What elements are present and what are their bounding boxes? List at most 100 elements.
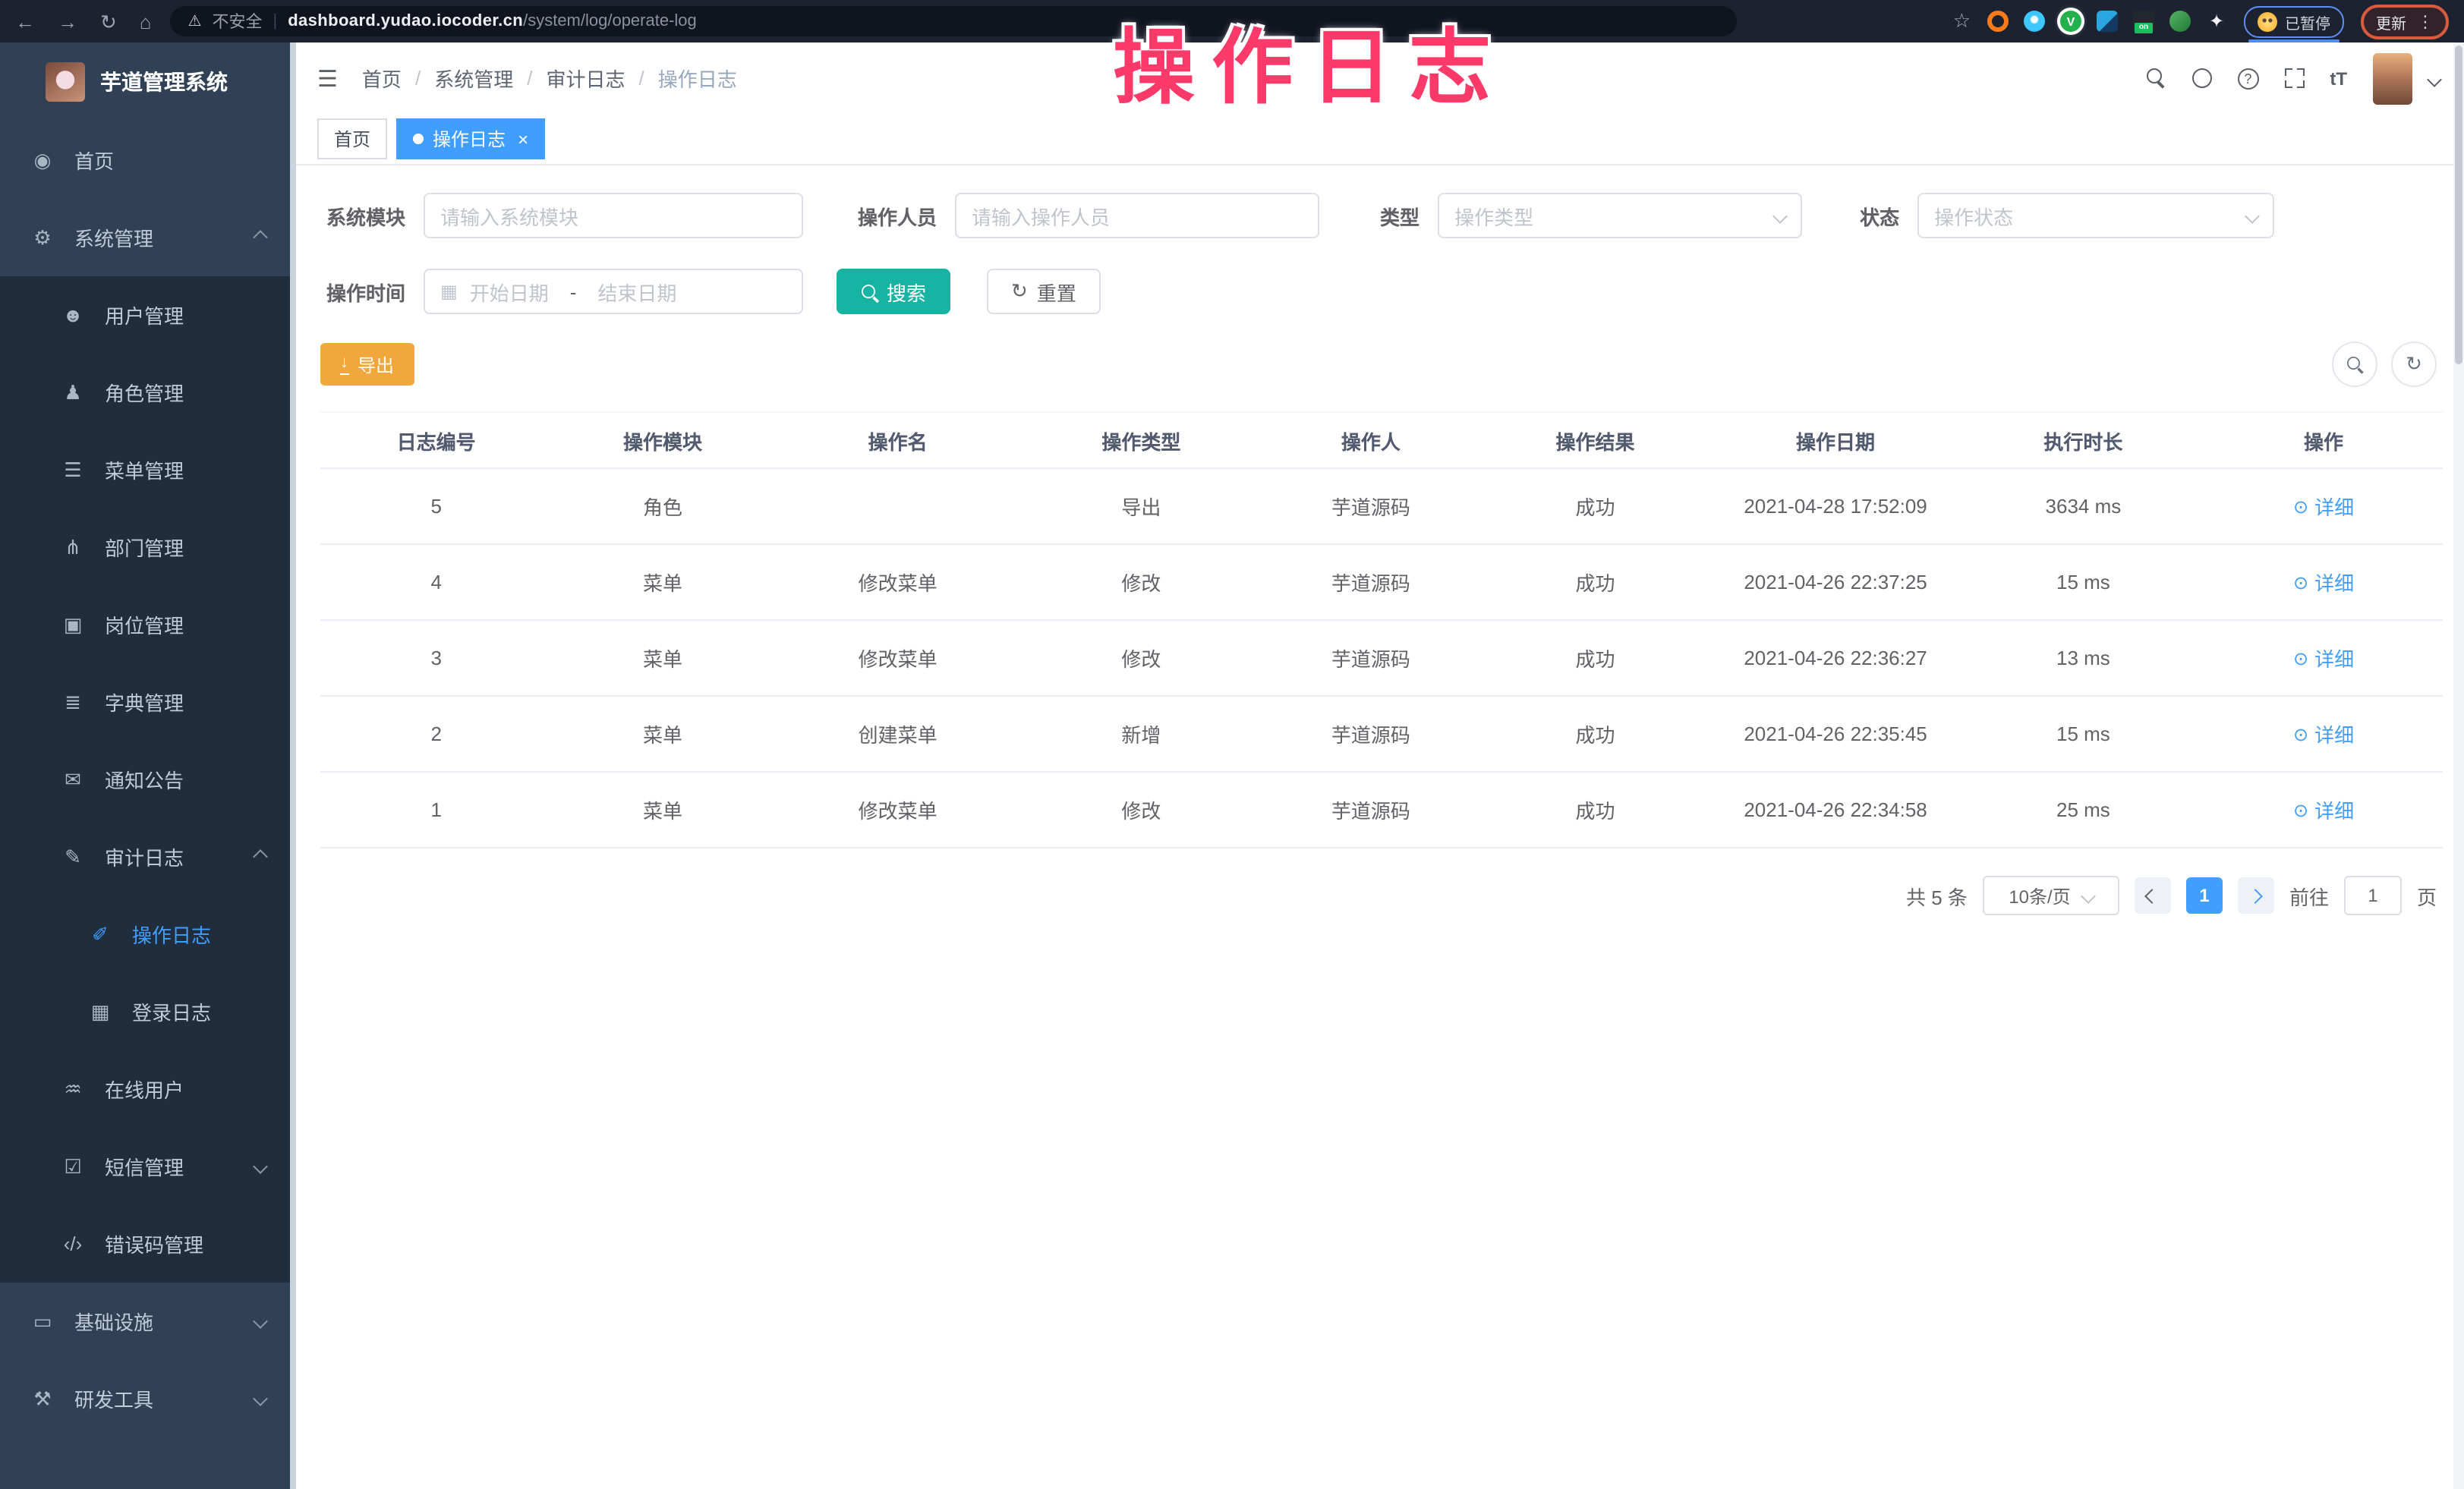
reset-button[interactable]: ↻ 重置 (987, 269, 1101, 314)
detail-link[interactable]: ⊙详细 (2293, 492, 2354, 521)
sidebar-item-error-code[interactable]: ‹/›错误码管理 (0, 1205, 296, 1283)
page-size-select[interactable]: 10条/页 (1983, 876, 2119, 915)
user-avatar[interactable] (2373, 52, 2412, 104)
current-page-button[interactable]: 1 (2186, 877, 2223, 914)
sidebar-item-home[interactable]: ◉首页 (0, 121, 296, 199)
tab-active[interactable]: 操作日志× (396, 118, 545, 159)
prev-page-button[interactable] (2135, 877, 2171, 914)
sidebar-item-label: 通知公告 (105, 765, 184, 794)
search-button[interactable]: 搜索 (837, 269, 950, 314)
url-text: dashboard.yudao.iocoder.cn/system/log/op… (288, 12, 697, 30)
update-label: 更新 (2376, 10, 2406, 33)
menu-fold-icon[interactable]: ☰ (317, 65, 338, 92)
breadcrumb-item[interactable]: 审计日志 (546, 64, 625, 93)
extension-icon-leaf[interactable] (2169, 11, 2191, 32)
chevron-down-icon (253, 1314, 268, 1329)
sidebar-scrollbar[interactable] (290, 42, 296, 1489)
browser-extensions-area: ☆ Von ✦ 已暂停 更新 ⋮ (1953, 4, 2464, 39)
reload-icon[interactable]: ↻ (100, 11, 117, 31)
extension-icon-puzzle[interactable]: ✦ (2206, 11, 2227, 32)
breadcrumb-item: 操作日志 (658, 64, 737, 93)
filter-operator: 操作人员 请输入操作人员 (858, 193, 1319, 238)
sidebar-item-operate-log[interactable]: ✐操作日志 (0, 896, 296, 973)
fullscreen-icon[interactable] (2284, 68, 2304, 88)
font-size-icon[interactable]: tT (2330, 68, 2347, 89)
browser-menu-icon[interactable]: ⋮ (2417, 11, 2434, 31)
toggle-search-button[interactable] (2332, 342, 2377, 387)
error-code-icon: ‹/› (61, 1232, 85, 1255)
sidebar-item-label: 部门管理 (105, 533, 184, 562)
sidebar-item-online-user[interactable]: ♒在线用户 (0, 1050, 296, 1128)
sidebar-item-notice[interactable]: ✉通知公告 (0, 741, 296, 818)
module-input[interactable]: 请输入系统模块 (424, 193, 803, 238)
table-cell: 修改 (1022, 544, 1261, 620)
export-button[interactable]: ↓ 导出 (320, 343, 414, 386)
module-label: 系统模块 (320, 201, 405, 230)
close-tab-icon[interactable]: × (518, 128, 528, 150)
table-row: 1菜单修改菜单修改芋道源码成功2021-04-26 22:34:5825 ms⊙… (320, 772, 2443, 848)
chevron-down-icon (253, 1159, 268, 1174)
extension-icon-on[interactable]: on (2133, 11, 2154, 32)
active-tab-dot (413, 134, 424, 144)
sidebar-item-system[interactable]: ⚙系统管理 (0, 199, 296, 276)
sidebar-item-login-log[interactable]: ▦登录日志 (0, 973, 296, 1050)
table-cell: 修改菜单 (774, 544, 1022, 620)
table-cell-actions: ⊙详细 (2204, 620, 2443, 696)
eye-icon: ⊙ (2293, 799, 2308, 820)
bookmark-star-icon[interactable]: ☆ (1953, 9, 1971, 33)
breadcrumb-item[interactable]: 首页 (362, 64, 402, 93)
paused-label: 已暂停 (2285, 10, 2330, 33)
sidebar-item-role[interactable]: ♟角色管理 (0, 354, 296, 431)
back-icon[interactable]: ← (15, 11, 35, 31)
avatar-caret-icon[interactable] (2429, 65, 2440, 92)
extension-icon-greenv[interactable]: V (2060, 11, 2081, 32)
dept-icon: ⋔ (61, 535, 85, 559)
column-header: 操作日期 (1709, 412, 1961, 468)
paused-extension-badge[interactable]: 已暂停 (2244, 5, 2344, 37)
sidebar-item-infra[interactable]: ▭基础设施 (0, 1283, 296, 1360)
browser-update-button[interactable]: 更新 ⋮ (2361, 4, 2449, 39)
table-cell: 13 ms (1962, 620, 2204, 696)
refresh-table-button[interactable]: ↻ (2391, 342, 2437, 387)
tab-item[interactable]: 首页 (317, 118, 387, 159)
sidebar-item-label: 首页 (74, 146, 114, 175)
annotation-text: 操作日志 (1113, 0, 1508, 120)
breadcrumb-item[interactable]: 系统管理 (434, 64, 513, 93)
sidebar-item-audit-log[interactable]: ✎审计日志 (0, 818, 296, 896)
help-icon[interactable]: ? (2237, 68, 2258, 89)
github-icon[interactable] (2191, 68, 2211, 88)
detail-link[interactable]: ⊙详细 (2293, 719, 2354, 748)
system-icon: ⚙ (30, 225, 55, 250)
filter-status: 状态 操作状态 (1860, 193, 2274, 238)
date-range-input[interactable]: ▦ 开始日期 - 结束日期 (424, 269, 803, 314)
operator-input[interactable]: 请输入操作人员 (955, 193, 1319, 238)
detail-link[interactable]: ⊙详细 (2293, 568, 2354, 597)
filter-module: 系统模块 请输入系统模块 (320, 193, 803, 238)
window-scrollbar[interactable] (2453, 42, 2464, 1489)
goto-page-input[interactable]: 1 (2344, 876, 2402, 915)
table-cell: 新增 (1022, 696, 1261, 772)
search-button-icon (862, 284, 877, 299)
sidebar-item-dev-tools[interactable]: ⚒研发工具 (0, 1360, 296, 1437)
scrollbar-thumb[interactable] (2455, 46, 2462, 364)
sidebar-item-label: 短信管理 (105, 1152, 184, 1181)
sidebar-item-dict[interactable]: ≣字典管理 (0, 663, 296, 741)
extension-icon-pin[interactable] (2024, 11, 2045, 32)
dev-tools-icon: ⚒ (30, 1387, 55, 1411)
detail-link[interactable]: ⊙详细 (2293, 795, 2354, 824)
sidebar-item-dept[interactable]: ⋔ 部门管理 (0, 508, 296, 586)
sidebar-item-user[interactable]: ☻用户管理 (0, 276, 296, 354)
extension-icon-cube[interactable] (2097, 11, 2118, 32)
detail-link[interactable]: ⊙详细 (2293, 644, 2354, 672)
status-select[interactable]: 操作状态 (1917, 193, 2274, 238)
forward-icon[interactable]: → (58, 11, 77, 31)
sidebar-item-sms[interactable]: ☑短信管理 (0, 1128, 296, 1205)
home-icon[interactable]: ⌂ (140, 11, 152, 31)
type-select[interactable]: 操作类型 (1438, 193, 1802, 238)
app-logo-row[interactable]: 芋道管理系统 (0, 42, 296, 121)
sidebar-item-menu[interactable]: ☰菜单管理 (0, 431, 296, 508)
next-page-button[interactable] (2238, 877, 2274, 914)
sidebar-item-post[interactable]: ▣岗位管理 (0, 586, 296, 663)
extension-icon-ring[interactable] (1987, 11, 2009, 32)
search-icon[interactable] (2146, 68, 2166, 88)
